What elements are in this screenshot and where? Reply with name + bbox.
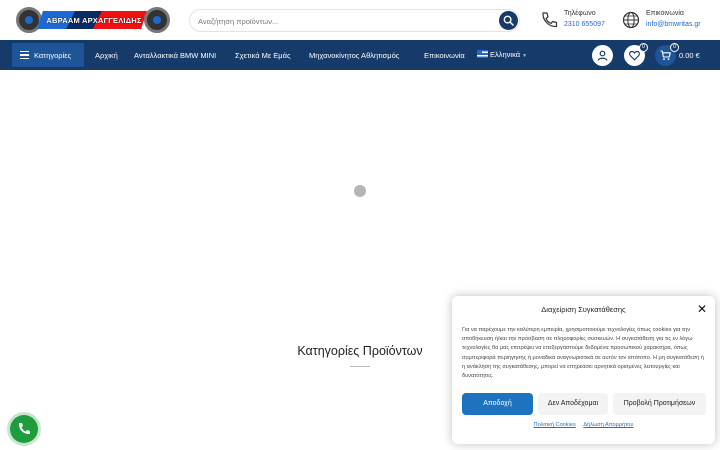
nav-item-motorsport[interactable]: Μηχανοκίνητος Αθλητισμός — [309, 51, 399, 60]
cart-icon — [660, 50, 671, 61]
email-contact[interactable]: Επικοινωνία info@bmwritas.gr — [622, 9, 714, 33]
search-button[interactable] — [499, 11, 518, 30]
phone-icon — [18, 423, 30, 435]
top-header: ΑΒΡΑΑΜ ΑΡΧΑΓΓΕΛΙΔΗΣ Τηλέφωνο 2310 655097… — [0, 0, 720, 40]
phone-contact[interactable]: Τηλέφωνο 2310 655097 — [540, 9, 616, 33]
cookie-dialog-title: Διαχείριση Συγκατάθεσης — [541, 305, 626, 314]
title-divider — [350, 366, 370, 367]
user-icon — [597, 50, 608, 61]
chevron-down-icon: ▼ — [522, 53, 528, 59]
phone-icon — [542, 12, 558, 28]
nav-item-bmw-mini-parts[interactable]: Ανταλλακτικά BMW MINI — [134, 51, 216, 60]
section-title: Κατηγορίες Προϊόντων — [297, 344, 423, 358]
email-label: Επικοινωνία — [646, 10, 684, 17]
view-preferences-button[interactable]: Προβολή Προτιμήσεων — [613, 393, 706, 415]
search-bar — [189, 9, 520, 32]
logo-text: ΑΒΡΑΑΜ ΑΡΧΑΓΓΕΛΙΔΗΣ — [46, 16, 142, 25]
nav-item-about[interactable]: Σχετικά Με Εμάς — [235, 51, 291, 60]
deny-cookies-button[interactable]: Δεν Αποδέχομαι — [538, 393, 608, 415]
logo-wheel-left — [16, 7, 42, 33]
account-button[interactable] — [592, 45, 613, 66]
cookie-links: Πολιτική Cookies Δήλωση Απορρήτου — [452, 422, 715, 428]
cart-total[interactable]: 0.00 € — [679, 51, 700, 60]
language-label: Ελληνικά — [490, 50, 521, 59]
search-input[interactable] — [198, 13, 488, 29]
categories-button[interactable]: Κατηγορίες — [12, 43, 84, 67]
privacy-statement-link[interactable]: Δήλωση Απορρήτου — [583, 422, 633, 428]
cookie-consent-dialog: Διαχείριση Συγκατάθεσης ✕ Για να παρέχου… — [452, 296, 715, 444]
heart-icon — [629, 50, 640, 61]
wishlist-count-badge: 0 — [639, 43, 648, 52]
cookie-dialog-text: Για να παρέχουμε την καλύτερη εμπειρία, … — [462, 327, 704, 380]
call-button[interactable] — [10, 415, 38, 443]
language-selector[interactable]: Ελληνικά ▼ — [477, 50, 527, 59]
menu-icon — [20, 51, 29, 59]
logo-wheel-right — [144, 7, 170, 33]
loading-spinner — [354, 185, 366, 197]
phone-label: Τηλέφωνο — [564, 10, 596, 17]
search-icon — [503, 15, 514, 26]
nav-item-home[interactable]: Αρχική — [95, 51, 118, 60]
nav-item-contact[interactable]: Επικοινωνία — [424, 51, 465, 60]
greek-flag-icon — [477, 50, 488, 58]
globe-icon — [622, 11, 640, 29]
main-nav: Κατηγορίες Αρχική Ανταλλακτικά BMW MINI … — [0, 40, 720, 70]
close-icon[interactable]: ✕ — [697, 303, 707, 315]
email-address[interactable]: info@bmwritas.gr — [646, 21, 701, 28]
accept-cookies-button[interactable]: Αποδοχή — [462, 393, 533, 415]
site-logo[interactable]: ΑΒΡΑΑΜ ΑΡΧΑΓΓΕΛΙΔΗΣ — [16, 5, 170, 35]
categories-label: Κατηγορίες — [34, 51, 72, 60]
phone-number[interactable]: 2310 655097 — [564, 21, 605, 28]
cookie-policy-link[interactable]: Πολιτική Cookies — [534, 422, 576, 428]
cart-count-badge: 0 — [670, 43, 679, 52]
